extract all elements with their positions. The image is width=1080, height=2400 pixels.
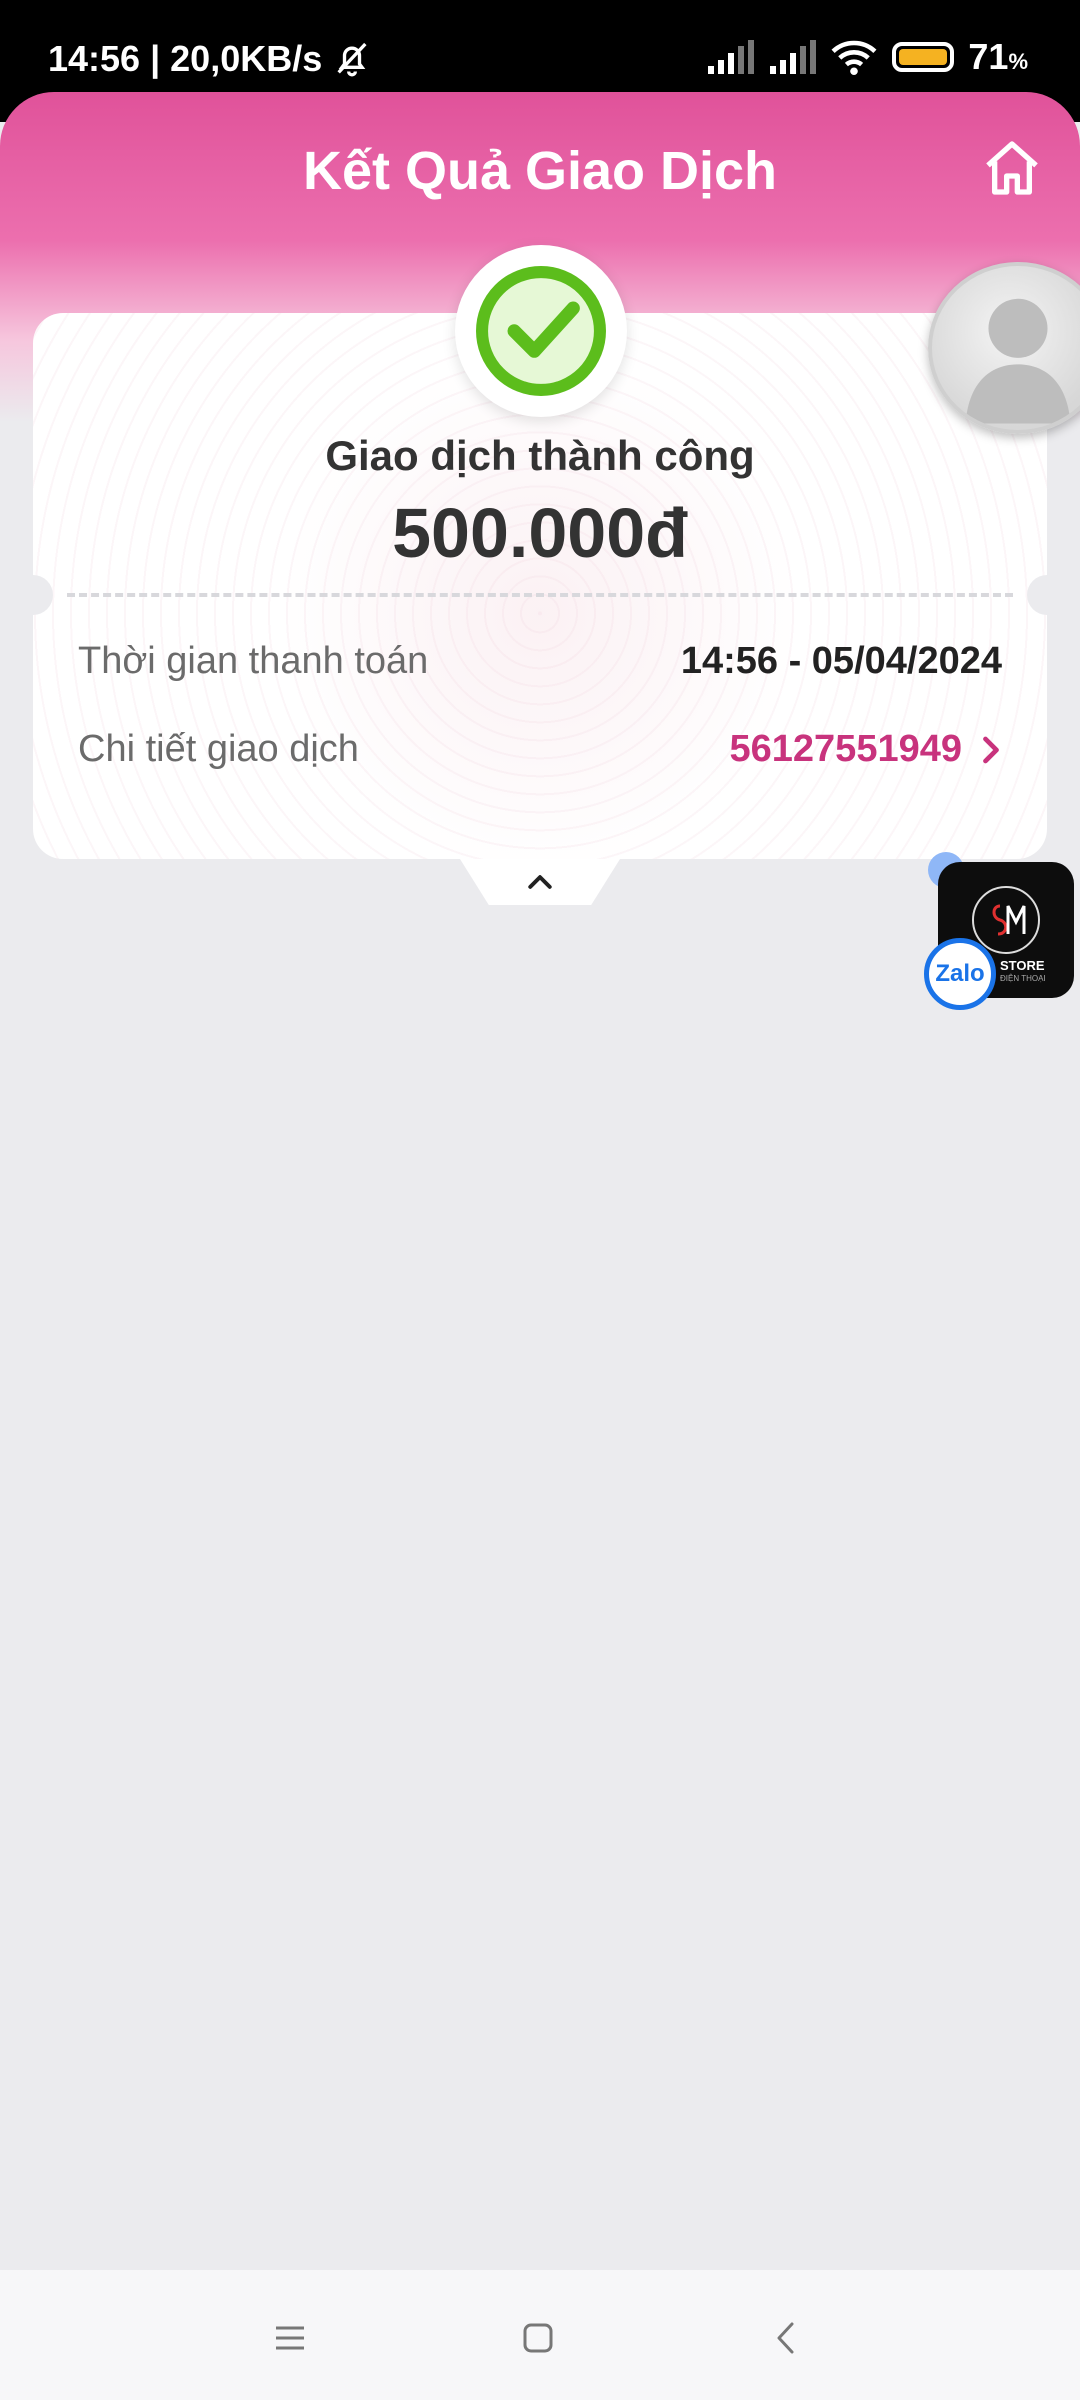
home-icon (986, 141, 1038, 195)
transaction-id: 56127551949 (729, 728, 962, 770)
signal-icon-2 (770, 40, 817, 74)
card-notch-right (1027, 575, 1067, 615)
signal-icon (708, 40, 755, 74)
home-button[interactable] (980, 136, 1044, 200)
transaction-amount: 500.000đ (392, 494, 688, 572)
transaction-detail-link[interactable]: 56127551949 (730, 728, 1002, 771)
payment-time-label: Thời gian thanh toán (78, 640, 429, 682)
status-time-speed: 14:56 | 20,0KB/s (48, 38, 323, 79)
store-name: STORE (1000, 958, 1045, 973)
payment-time-row: Thời gian thanh toán 14:56 - 05/04/2024 (78, 640, 1002, 683)
divider (67, 593, 1013, 597)
check-circle-icon (476, 266, 606, 396)
system-nav-bar (0, 2270, 1080, 2400)
battery-icon (892, 42, 955, 72)
page-title: Kết Quả Giao Dịch (302, 141, 778, 201)
back-chevron-icon (777, 2322, 794, 2354)
status-right: 71% (706, 36, 1028, 78)
success-badge (455, 245, 627, 417)
back-button[interactable] (756, 2308, 816, 2368)
user-silhouette-icon (965, 298, 1071, 424)
status-left: 14:56 | 20,0KB/s (48, 38, 372, 80)
zalo-badge: Zalo (924, 938, 996, 1010)
transaction-status: Giao dịch thành công (325, 432, 755, 479)
battery-percentage: 71% (968, 36, 1028, 77)
square-icon (523, 2323, 553, 2353)
bell-off-icon (337, 42, 367, 77)
store-subtitle: ĐIỆN THOẠI (1000, 974, 1046, 983)
chevron-up-icon (528, 875, 552, 889)
transaction-detail-label: Chi tiết giao dịch (78, 728, 359, 770)
card-notch-left (13, 575, 53, 615)
transaction-detail-row[interactable]: Chi tiết giao dịch 56127551949 (78, 728, 1002, 771)
payment-time-value: 14:56 - 05/04/2024 (680, 640, 1002, 682)
collapse-button[interactable] (460, 859, 620, 905)
recents-button[interactable] (260, 2308, 320, 2368)
menu-icon (276, 2326, 304, 2350)
chevron-right-icon (983, 736, 999, 763)
wifi-icon (831, 40, 877, 76)
home-nav-button[interactable] (508, 2308, 568, 2368)
